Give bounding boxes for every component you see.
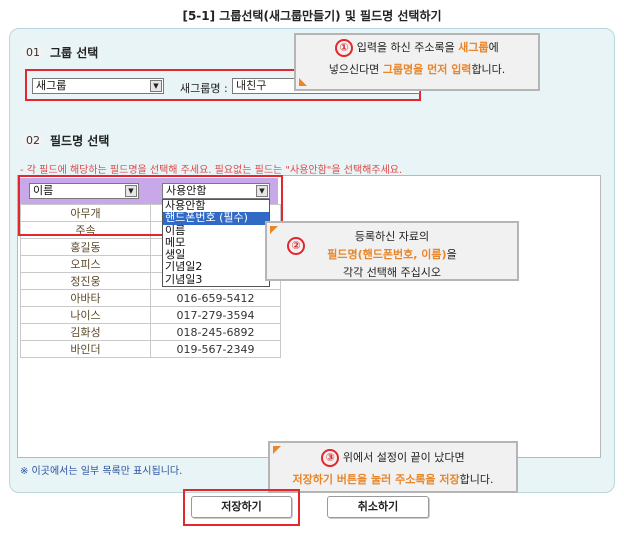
table-row: 나이스 017-279-3594 (20, 306, 281, 324)
name-cell: 오피스 (20, 255, 151, 273)
name-cell: 아바타 (20, 289, 151, 307)
callout-2-line2-highlight: 필드명(핸드폰번호, 이름) (327, 248, 447, 261)
callout-2-line3: 각각 선택해 주십시오 (342, 266, 442, 279)
group-select-value: 새그룹 (36, 79, 67, 92)
footer-note: ※ 이곳에서는 일부 목록만 표시됩니다. (20, 466, 183, 477)
corner-marker-icon (299, 78, 307, 86)
section-1-title: 그룹 선택 (50, 46, 99, 60)
callout-1-line1-pre: 입력을 하신 주소록을 (356, 41, 459, 54)
dropdown-option[interactable]: 핸드폰번호 (필수) (163, 212, 269, 225)
name-cell: 정진웅 (20, 272, 151, 290)
chevron-down-icon[interactable]: ▼ (150, 80, 162, 92)
callout-1-line2-pre: 넣으신다면 (328, 63, 383, 76)
page-title: [5-1] 그룹선택(새그룹만들기) 및 필드명 선택하기 (182, 9, 442, 23)
table-row: 바인더 019-567-2349 (20, 340, 281, 358)
section-2-title: 필드명 선택 (50, 134, 110, 148)
phone-cell: 019-567-2349 (150, 340, 281, 358)
phone-cell: 018-245-6892 (150, 323, 281, 341)
callout-1-line2-post: 합니다. (471, 63, 506, 76)
dropdown-option[interactable]: 기념일3 (163, 273, 269, 286)
table-row: 아바타 016-659-5412 (20, 289, 281, 307)
field-notice: - 각 필드에 해당하는 필드명을 선택해 주세요. 필요없는 필드는 "사용안… (20, 165, 403, 176)
table-row: 김화성 018-245-6892 (20, 323, 281, 341)
callout-2-line2-post: 을 (446, 248, 457, 261)
callout-1-line2-highlight: 그룹명을 먼저 입력 (382, 63, 472, 76)
name-cell: 김화성 (20, 323, 151, 341)
step-2-icon: ② (287, 237, 305, 255)
section-2-heading: 02 필드명 선택 (22, 132, 109, 149)
step-1-icon: ① (335, 39, 354, 57)
callout-2: 등록하신 자료의 필드명(핸드폰번호, 이름)을 각각 선택해 주십시오 ② (265, 221, 519, 281)
cancel-button[interactable]: 취소하기 (327, 496, 429, 518)
group-name-label: 새그룹명 : (180, 82, 228, 95)
dropdown-option[interactable]: 기념일2 (163, 261, 269, 273)
corner-marker-icon (270, 226, 278, 234)
section-1-heading: 01 그룹 선택 (22, 44, 98, 61)
corner-marker-icon (273, 446, 281, 454)
callout-3-line1: 위에서 설정이 끝이 났다면 (342, 451, 465, 464)
callout-3-line2-highlight: 저장하기 버튼을 눌러 주소록을 저장 (292, 473, 460, 486)
callout-1-line1-highlight: 새그룹 (458, 41, 489, 54)
name-cell: 바인더 (20, 340, 151, 358)
callout-2-line1: 등록하신 자료의 (354, 230, 430, 243)
phone-cell: 017-279-3594 (150, 306, 281, 324)
save-button[interactable]: 저장하기 (191, 496, 292, 518)
field-dropdown-list[interactable]: 사용안함 핸드폰번호 (필수) 이름 메모 생일 기념일2 기념일3 (162, 199, 270, 288)
group-select[interactable]: 새그룹 ▼ (32, 78, 164, 94)
callout-1-line1-post: 에 (488, 41, 499, 54)
callout-3-line2-post: 합니다. (459, 473, 494, 486)
section-2-number: 02 (22, 133, 44, 148)
name-cell: 홍길동 (20, 238, 151, 256)
callout-3: ③ 위에서 설정이 끝이 났다면 저장하기 버튼을 눌러 주소록을 저장합니다. (268, 441, 518, 493)
section-1-number: 01 (22, 45, 44, 60)
phone-cell: 016-659-5412 (150, 289, 281, 307)
step-3-icon: ③ (321, 449, 340, 467)
callout-1: ① 입력을 하신 주소록을 새그룹에 넣으신다면 그룹명을 먼저 입력합니다. (294, 33, 540, 91)
name-cell: 나이스 (20, 306, 151, 324)
